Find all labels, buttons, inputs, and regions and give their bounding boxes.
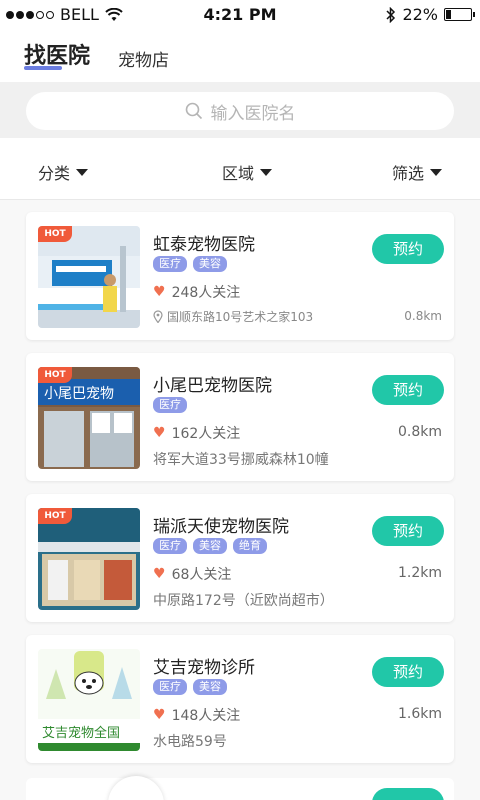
- heart-icon: ♥: [153, 425, 166, 441]
- distance: 0.8km: [397, 424, 442, 440]
- filter-row: 分类 区域 筛选: [0, 138, 480, 200]
- header-tabs: 找医院 宠物店: [0, 30, 480, 82]
- hospital-name[interactable]: 艾吉宠物诊所: [153, 653, 255, 678]
- hospital-logo: 艾吉宠物全国: [38, 649, 140, 751]
- tag-sterilization: 绝育: [233, 538, 267, 554]
- active-tab-indicator: [24, 66, 62, 70]
- service-tags: 医疗 美容 绝育: [153, 538, 267, 554]
- hospital-name[interactable]: 瑞派天使宠物医院: [153, 512, 289, 537]
- hospital-name[interactable]: 小尾巴宠物医院: [153, 371, 272, 396]
- svg-text:小尾巴宠物: 小尾巴宠物: [44, 386, 114, 402]
- hospital-photo: HOT: [38, 508, 140, 610]
- search-area: 输入医院名: [0, 82, 480, 138]
- book-button[interactable]: 预约: [372, 234, 444, 264]
- distance: 1.6km: [397, 706, 442, 722]
- status-bar: BELL 4:21 PM 22%: [0, 0, 480, 30]
- heart-icon: ♥: [153, 707, 166, 723]
- address: 将军大道33号挪威森林10幢: [153, 449, 329, 469]
- tag-grooming: 美容: [193, 679, 227, 695]
- dropdown-arrow-icon: [430, 168, 443, 176]
- tag-grooming: 美容: [193, 256, 227, 272]
- filter-category-label: 分类: [38, 164, 71, 183]
- tag-medical: 医疗: [153, 679, 187, 695]
- service-tags: 医疗 美容: [153, 679, 227, 695]
- follower-text: 248人关注: [171, 285, 241, 301]
- tag-medical: 医疗: [153, 397, 187, 413]
- heart-icon: ♥: [153, 566, 166, 582]
- follower-text: 68人关注: [171, 567, 232, 583]
- filter-category[interactable]: 分类: [38, 160, 89, 184]
- hospital-card[interactable]: HOT 瑞派天使宠物医院 医疗 美容 绝育 ♥ 68人关注 中原路172号（近欧…: [26, 494, 454, 622]
- tag-medical: 医疗: [153, 256, 187, 272]
- hospital-name[interactable]: 虹泰宠物医院: [153, 230, 255, 255]
- address: 水电路59号: [153, 731, 227, 751]
- service-tags: 医疗: [153, 397, 187, 413]
- book-button-partial[interactable]: [372, 788, 444, 800]
- filter-region[interactable]: 区域: [222, 160, 273, 184]
- dropdown-arrow-icon: [76, 168, 89, 176]
- service-tags: 医疗 美容: [153, 256, 227, 272]
- book-button[interactable]: 预约: [372, 516, 444, 546]
- hot-badge: HOT: [38, 508, 72, 524]
- address-text: 将军大道33号挪威森林10幢: [153, 452, 329, 468]
- search-placeholder: 输入医院名: [210, 103, 296, 124]
- hot-badge: HOT: [38, 367, 72, 383]
- search-icon: [185, 102, 202, 120]
- bluetooth-icon: [386, 6, 396, 23]
- hospital-list: HOT 虹泰宠物医院 医疗 美容 ♥ 248人关注 国顺东路10号艺术之家103…: [0, 200, 480, 800]
- follower-text: 162人关注: [171, 426, 241, 442]
- hospital-card[interactable]: HOT 小尾巴宠物 小尾巴宠物医院 医疗 ♥ 162人关注 将军大道33号挪威森…: [26, 353, 454, 481]
- tag-grooming: 美容: [193, 538, 227, 554]
- hot-badge: HOT: [38, 226, 72, 242]
- battery-percent: 22%: [402, 5, 438, 24]
- tab-pet-store[interactable]: 宠物店: [118, 46, 169, 71]
- filter-region-label: 区域: [222, 164, 255, 183]
- search-input[interactable]: 输入医院名: [26, 92, 454, 130]
- filter-more[interactable]: 筛选: [392, 160, 443, 184]
- hospital-card[interactable]: HOT 虹泰宠物医院 医疗 美容 ♥ 248人关注 国顺东路10号艺术之家103…: [26, 212, 454, 340]
- book-button[interactable]: 预约: [372, 375, 444, 405]
- battery-icon: [444, 8, 475, 21]
- address: 中原路172号（近欧尚超市）: [153, 590, 334, 610]
- address: 国顺东路10号艺术之家103: [153, 308, 313, 325]
- address-text: 国顺东路10号艺术之家103: [167, 310, 314, 324]
- follower-count: ♥ 162人关注: [153, 423, 240, 443]
- distance: 0.8km: [404, 309, 442, 323]
- filter-more-label: 筛选: [392, 164, 425, 183]
- hospital-card[interactable]: 艾吉宠物全国 艾吉宠物诊所 医疗 美容 ♥ 148人关注 水电路59号 预约 1…: [26, 635, 454, 763]
- dropdown-arrow-icon: [260, 168, 273, 176]
- follower-count: ♥ 68人关注: [153, 564, 231, 584]
- follower-count: ♥ 248人关注: [153, 282, 240, 302]
- hospital-photo: HOT 小尾巴宠物: [38, 367, 140, 469]
- status-right: 22%: [386, 5, 475, 24]
- heart-icon: ♥: [153, 284, 166, 300]
- hospital-card-partial[interactable]: [26, 778, 454, 800]
- svg-text:艾吉宠物全国: 艾吉宠物全国: [42, 725, 120, 741]
- tag-medical: 医疗: [153, 538, 187, 554]
- book-button[interactable]: 预约: [372, 657, 444, 687]
- address-text: 中原路172号（近欧尚超市）: [153, 593, 334, 609]
- follower-text: 148人关注: [171, 708, 241, 724]
- address-text: 水电路59号: [153, 734, 227, 750]
- distance: 1.2km: [397, 565, 442, 581]
- hospital-photo: HOT: [38, 226, 140, 328]
- location-pin-icon: [153, 310, 163, 323]
- follower-count: ♥ 148人关注: [153, 705, 240, 725]
